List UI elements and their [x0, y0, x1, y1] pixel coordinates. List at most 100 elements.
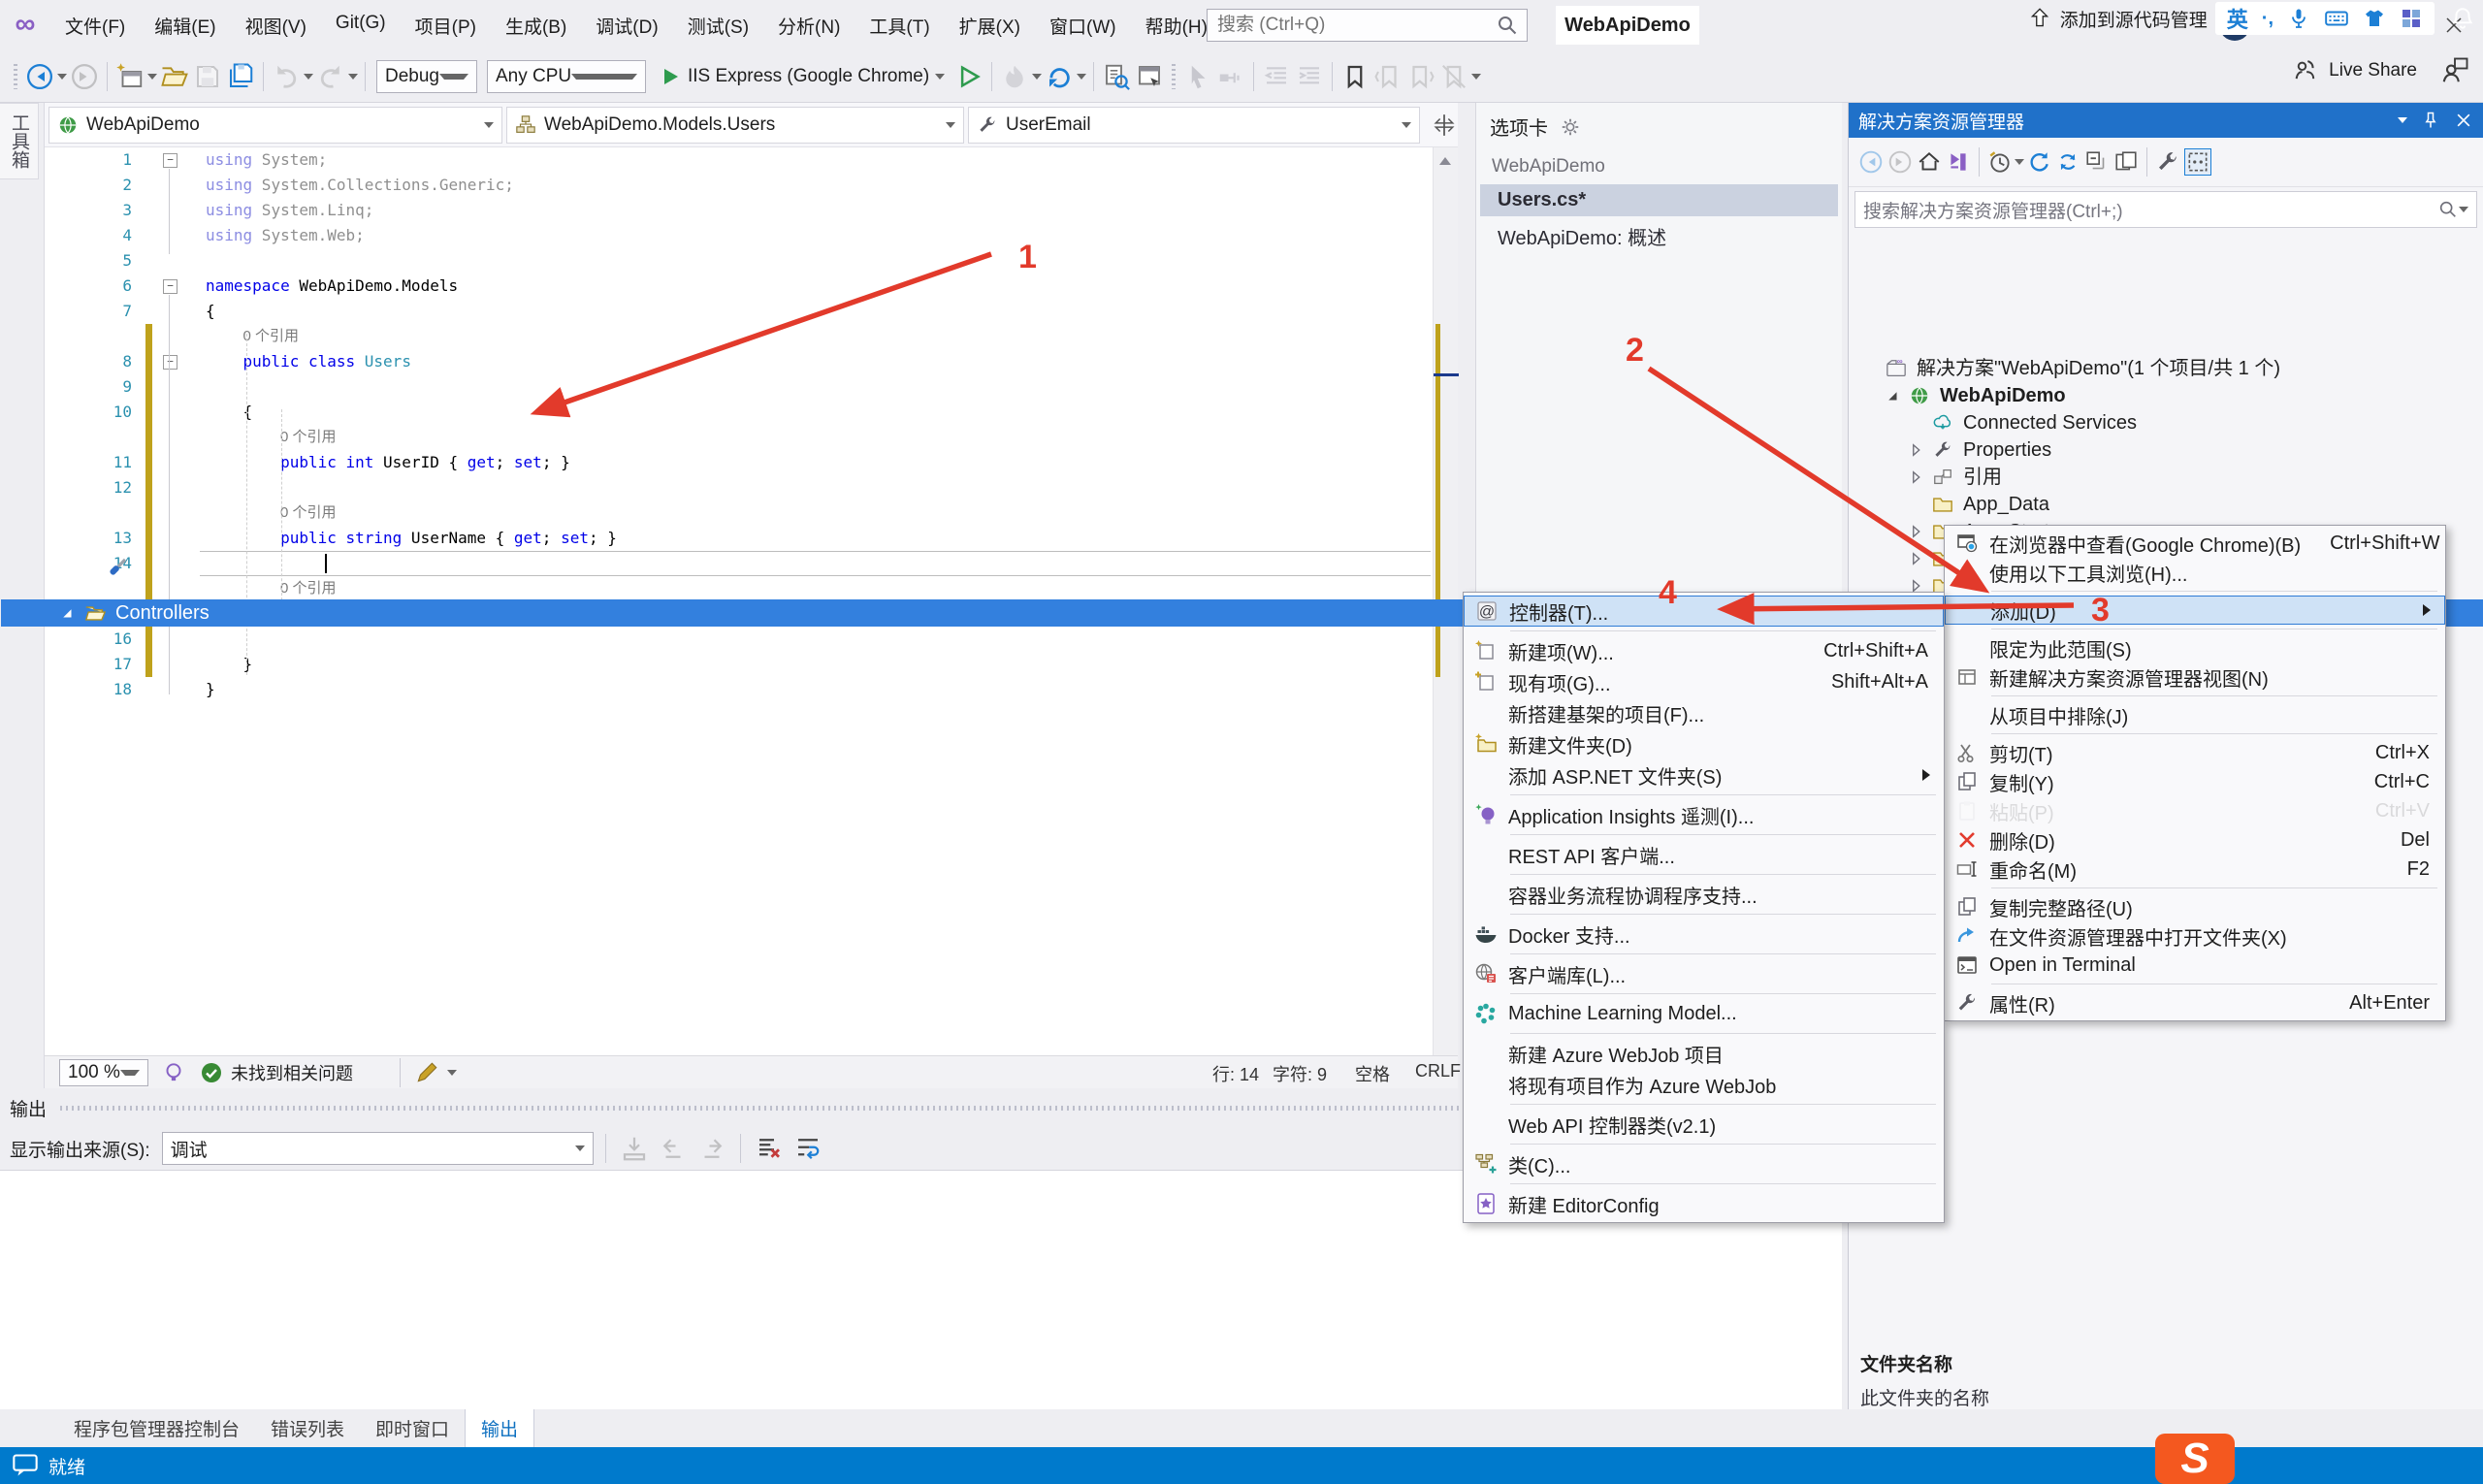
code-line-6[interactable]: 6−namespace WebApiDemo.Models — [45, 274, 1433, 299]
start-debug-button[interactable]: IIS Express (Google Chrome) — [651, 65, 952, 88]
open-document-tab[interactable]: WebApiDemo: 概述 — [1480, 217, 1838, 255]
clear-output-icon[interactable] — [755, 1134, 784, 1163]
code-line-11[interactable]: 11 public int UserID { get; set; } — [45, 450, 1433, 475]
menu-item[interactable]: 类(C)... — [1464, 1148, 1944, 1179]
home-icon[interactable] — [1917, 149, 1942, 175]
chevron-down-icon[interactable] — [348, 74, 358, 84]
properties-icon[interactable] — [2155, 149, 2180, 175]
close-icon[interactable] — [2454, 111, 2473, 130]
tree-item-webapidemo[interactable]: ∞解决方案"WebApiDemo"(1 个项目/共 1 个) — [1849, 355, 2483, 382]
menubar-item-6[interactable]: 生成(B) — [493, 8, 579, 44]
nav-forward-icon[interactable] — [1887, 149, 1913, 175]
code-line-8[interactable]: 8− public class Users — [45, 349, 1433, 374]
expander-closed-icon[interactable] — [1907, 468, 1924, 486]
add-to-source-control-label[interactable]: 添加到源代码管理 — [2060, 6, 2208, 32]
suggestion-lightbulb-icon[interactable] — [161, 1060, 186, 1085]
code-line-9[interactable]: 9 — [45, 374, 1433, 400]
preview-icon[interactable] — [2113, 149, 2139, 175]
menu-item[interactable]: Open in Terminal — [1945, 951, 2445, 980]
menu-item[interactable]: 粘贴(P)Ctrl+V — [1945, 796, 2445, 825]
code-line-10[interactable]: 10 { — [45, 400, 1433, 425]
code-line-1[interactable]: 1−using System; — [45, 147, 1433, 173]
save-icon[interactable] — [193, 62, 222, 91]
live-share-label[interactable]: Live Share — [2329, 60, 2417, 81]
window-position-icon[interactable] — [2398, 117, 2407, 128]
menu-item[interactable]: 使用以下工具浏览(H)... — [1945, 558, 2445, 587]
sogou-ime-logo[interactable]: S — [2155, 1434, 2235, 1484]
menu-item[interactable]: 新建 EditorConfig — [1464, 1188, 1944, 1219]
play-outline-icon[interactable] — [954, 62, 984, 91]
chevron-down-icon[interactable] — [1077, 74, 1086, 84]
nav-forward-icon[interactable] — [70, 62, 99, 91]
menu-item[interactable]: 在浏览器中查看(Google Chrome)(B)Ctrl+Shift+W — [1945, 529, 2445, 558]
menu-item[interactable]: 新建解决方案资源管理器视图(N) — [1945, 662, 2445, 692]
menu-item[interactable]: REST API 客户端... — [1464, 839, 1944, 870]
solution-explorer-search[interactable]: 搜索解决方案资源管理器(Ctrl+;) — [1854, 191, 2477, 228]
expander-closed-icon[interactable] — [1907, 550, 1924, 567]
toolbox-tab[interactable]: 工具箱 — [0, 103, 39, 179]
code-line-2[interactable]: 2using System.Collections.Generic; — [45, 173, 1433, 198]
tool-window-tab-4[interactable]: 输出 — [465, 1409, 534, 1448]
menu-item[interactable]: 容器业务流程协调程序支持... — [1464, 879, 1944, 910]
feedback-message-icon[interactable] — [12, 1452, 39, 1479]
code-line-13[interactable]: 13 public string UserName { get; set; } — [45, 526, 1433, 551]
menubar-item-9[interactable]: 分析(N) — [765, 8, 853, 44]
menu-item[interactable]: 复制完整路径(U) — [1945, 892, 2445, 921]
menu-item[interactable]: 添加 ASP.NET 文件夹(S) — [1464, 759, 1944, 790]
pointer-icon[interactable] — [1183, 62, 1212, 91]
nav-back-icon[interactable] — [25, 62, 54, 91]
expander-closed-icon[interactable] — [1907, 441, 1924, 459]
menubar-item-1[interactable]: 文件(F) — [52, 8, 138, 44]
menu-item[interactable]: 添加(D) — [1945, 596, 2445, 625]
bookmark-next-icon[interactable] — [1406, 62, 1435, 91]
add-to-source-control-icon[interactable] — [2027, 6, 2052, 31]
code-line-18[interactable]: 18} — [45, 677, 1433, 702]
collapse-all-icon[interactable] — [2084, 149, 2110, 175]
skin-icon[interactable] — [2363, 7, 2386, 30]
pin-icon[interactable] — [2421, 111, 2440, 130]
feedback-icon[interactable] — [2440, 56, 2469, 85]
code-line-5[interactable]: 5 — [45, 248, 1433, 274]
menu-item[interactable]: 将现有项目作为 Azure WebJob — [1464, 1069, 1944, 1100]
health-status-label[interactable]: 未找到相关问题 — [231, 1060, 353, 1085]
sync-icon[interactable] — [2055, 149, 2080, 175]
menubar-item-11[interactable]: 扩展(X) — [947, 8, 1033, 44]
tree-item-properties[interactable]: Properties — [1849, 436, 2483, 464]
menu-item[interactable]: 现有项(G)...Shift+Alt+A — [1464, 666, 1944, 697]
hot-reload-icon[interactable] — [1000, 62, 1029, 91]
outline-collapse-icon[interactable]: − — [163, 153, 177, 168]
outline-collapse-icon[interactable]: − — [163, 355, 177, 370]
tree-item-webapidemo[interactable]: WebApiDemo — [1849, 382, 2483, 409]
attach-icon[interactable] — [1216, 62, 1245, 91]
indent-icon[interactable] — [1295, 62, 1324, 91]
goto-message-icon[interactable] — [620, 1134, 649, 1163]
menu-item[interactable]: Docker 支持... — [1464, 919, 1944, 950]
code-line-12[interactable]: 12 — [45, 475, 1433, 500]
ime-tools-grid-icon[interactable] — [2400, 7, 2423, 30]
output-source-dropdown[interactable]: 调试 — [162, 1132, 594, 1165]
bookmark-icon[interactable] — [1340, 62, 1370, 91]
code-line-16[interactable]: 16 — [45, 627, 1433, 652]
prev-message-icon[interactable] — [659, 1134, 688, 1163]
menubar-item-4[interactable]: Git(G) — [323, 8, 399, 44]
codelens-references[interactable]: 0 个引用 — [280, 576, 337, 601]
codelens-references[interactable]: 0 个引用 — [280, 500, 337, 526]
tool-window-tab-2[interactable]: 错误列表 — [255, 1409, 360, 1447]
code-line-3[interactable]: 3using System.Linq; — [45, 198, 1433, 223]
save-all-icon[interactable] — [226, 62, 255, 91]
menu-item[interactable]: 属性(R)Alt+Enter — [1945, 988, 2445, 1017]
zoom-dropdown[interactable]: 100 % — [59, 1059, 148, 1086]
menubar-item-2[interactable]: 编辑(E) — [142, 8, 228, 44]
tree-item-app_data[interactable]: App_Data — [1849, 491, 2483, 518]
menu-item[interactable]: 新建文件夹(D) — [1464, 728, 1944, 759]
window-picker-icon[interactable] — [1135, 62, 1164, 91]
find-code-icon[interactable] — [1102, 62, 1131, 91]
expander-open-icon[interactable] — [58, 604, 76, 622]
word-wrap-icon[interactable] — [793, 1134, 822, 1163]
switch-views-icon[interactable] — [1946, 149, 1971, 175]
platform-dropdown[interactable]: Any CPU — [487, 60, 646, 93]
refresh-icon[interactable] — [2026, 149, 2051, 175]
type-dropdown[interactable]: WebApiDemo.Models.Users — [506, 107, 964, 144]
menu-item[interactable]: 客户端库(L)... — [1464, 958, 1944, 989]
open-document-tab[interactable]: Users.cs* — [1480, 184, 1838, 216]
